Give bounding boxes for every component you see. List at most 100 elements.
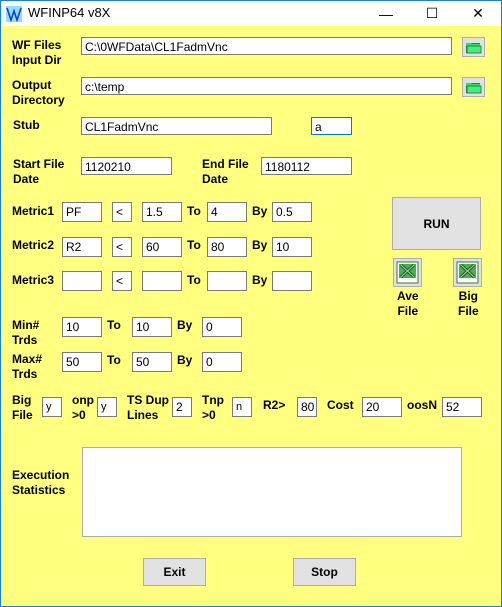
stub-field[interactable]: CL1FadmVnc xyxy=(81,117,272,135)
stub-suffix-field[interactable]: a xyxy=(311,117,352,135)
metric2-to-field[interactable]: 80 xyxy=(207,237,247,257)
metric2-from-field[interactable]: 60 xyxy=(142,237,182,257)
oosn-label: oosN xyxy=(407,398,437,412)
oosn-field[interactable]: 52 xyxy=(442,397,482,417)
metric3-label: Metric3 xyxy=(12,273,55,287)
execution-statistics-label: Execution Statistics xyxy=(12,468,69,498)
onp-label-line1: onp xyxy=(72,393,94,407)
onp-field[interactable]: y xyxy=(97,397,117,417)
ts-dup-field[interactable]: 2 xyxy=(172,397,192,417)
min-trades-from-field[interactable]: 10 xyxy=(62,317,102,337)
browse-output-dir-button[interactable] xyxy=(462,77,485,97)
metric2-to-label: To xyxy=(187,238,201,252)
big-file-label: Big File xyxy=(458,289,479,319)
output-dir-label-line1: Output xyxy=(12,78,52,92)
big-file-label-line2: File xyxy=(458,304,479,318)
min-trades-by-field[interactable]: 0 xyxy=(202,317,242,337)
metric2-name-field[interactable]: R2 xyxy=(62,237,102,257)
ts-dup-label-line1: TS Dup xyxy=(127,393,169,407)
metric3-by-label: By xyxy=(252,273,268,287)
max-trades-label-line2: Trds xyxy=(12,367,38,381)
big-file-option-label: Big File xyxy=(12,393,33,423)
execution-statistics-textarea[interactable] xyxy=(82,447,462,537)
metric3-to-field[interactable] xyxy=(207,271,247,291)
input-dir-label-line1: WF Files xyxy=(12,38,62,52)
tnp-label: Tnp >0 xyxy=(202,393,224,423)
close-button[interactable]: ✕ xyxy=(455,1,501,26)
r2-field[interactable]: 80 xyxy=(297,397,317,417)
min-trades-to-field[interactable]: 10 xyxy=(132,317,172,337)
metric2-by-field[interactable]: 10 xyxy=(272,237,312,257)
min-trades-to-label: To xyxy=(107,318,121,332)
output-dir-label: Output Directory xyxy=(12,78,65,108)
end-date-label-line2: Date xyxy=(202,172,229,186)
tnp-field[interactable]: n xyxy=(232,397,252,417)
metric1-from-field[interactable]: 1.5 xyxy=(142,202,182,222)
app-logo-icon xyxy=(6,6,22,22)
end-date-label: End File Date xyxy=(202,157,249,187)
output-dir-label-line2: Directory xyxy=(12,93,65,107)
exit-button[interactable]: Exit xyxy=(143,558,206,586)
start-date-field[interactable]: 1120210 xyxy=(81,157,172,175)
start-date-label: Start File Date xyxy=(13,157,64,187)
folder-icon xyxy=(466,82,482,93)
cost-field[interactable]: 20 xyxy=(362,397,402,417)
minimize-button[interactable]: — xyxy=(363,1,409,26)
title-bar: WFINP64 v8X — ☐ ✕ xyxy=(1,1,501,26)
browse-input-dir-button[interactable] xyxy=(462,37,485,57)
end-date-label-line1: End File xyxy=(202,157,249,171)
run-button[interactable]: RUN xyxy=(392,197,481,250)
metric2-operator-field[interactable]: < xyxy=(112,237,132,257)
metric3-by-field[interactable] xyxy=(272,271,312,291)
min-trades-by-label: By xyxy=(177,318,193,332)
main-window: WFINP64 v8X — ☐ ✕ WF Files Input Dir C:\… xyxy=(0,0,502,607)
big-file-option-label-line2: File xyxy=(12,408,33,422)
max-trades-to-label: To xyxy=(107,353,121,367)
min-trades-label-line1: Min# xyxy=(12,318,40,332)
metric2-label: Metric2 xyxy=(12,238,55,252)
onp-label: onp >0 xyxy=(72,393,94,423)
window-title: WFINP64 v8X xyxy=(28,5,111,20)
ave-file-button[interactable] xyxy=(393,258,422,287)
ts-dup-label-line2: Lines xyxy=(127,408,159,422)
r2-label: R2> xyxy=(263,398,286,412)
ave-file-label-line2: File xyxy=(397,304,419,318)
maximize-button[interactable]: ☐ xyxy=(409,1,455,26)
min-trades-label: Min# Trds xyxy=(12,318,39,348)
metric1-name-field[interactable]: PF xyxy=(62,202,102,222)
input-dir-field[interactable]: C:\0WFData\CL1FadmVnc xyxy=(81,37,452,55)
max-trades-from-field[interactable]: 50 xyxy=(62,352,102,372)
tnp-label-line2: >0 xyxy=(202,408,216,422)
output-dir-field[interactable]: c:\temp xyxy=(81,77,452,95)
tnp-label-line1: Tnp xyxy=(202,393,224,407)
cost-label: Cost xyxy=(327,398,354,412)
big-file-option-label-line1: Big xyxy=(12,393,32,407)
metric3-name-field[interactable] xyxy=(62,271,102,291)
metric1-label: Metric1 xyxy=(12,204,55,218)
max-trades-by-label: By xyxy=(177,353,193,367)
metric3-from-field[interactable] xyxy=(142,271,182,291)
big-file-button[interactable] xyxy=(453,258,482,287)
start-date-label-line2: Date xyxy=(13,172,40,186)
metric1-operator-field[interactable]: < xyxy=(112,202,132,222)
metric1-to-field[interactable]: 4 xyxy=(207,202,247,222)
excel-icon xyxy=(456,261,479,284)
max-trades-label-line1: Max# xyxy=(12,352,43,366)
stub-label: Stub xyxy=(13,118,40,132)
max-trades-to-field[interactable]: 50 xyxy=(132,352,172,372)
big-file-option-field[interactable]: y xyxy=(42,397,62,417)
max-trades-by-field[interactable]: 0 xyxy=(202,352,242,372)
onp-label-line2: >0 xyxy=(72,408,86,422)
ts-dup-label: TS Dup Lines xyxy=(127,393,169,423)
metric3-to-label: To xyxy=(187,273,201,287)
metric1-by-field[interactable]: 0.5 xyxy=(272,202,312,222)
min-trades-label-line2: Trds xyxy=(12,333,38,347)
metric3-operator-field[interactable]: < xyxy=(112,271,132,291)
input-dir-label: WF Files Input Dir xyxy=(12,38,61,68)
start-date-label-line1: Start File xyxy=(13,157,65,171)
stop-button[interactable]: Stop xyxy=(293,558,356,586)
excel-icon xyxy=(396,261,419,284)
metric2-by-label: By xyxy=(252,238,268,252)
folder-icon xyxy=(466,42,482,53)
end-date-field[interactable]: 1180112 xyxy=(261,157,352,175)
